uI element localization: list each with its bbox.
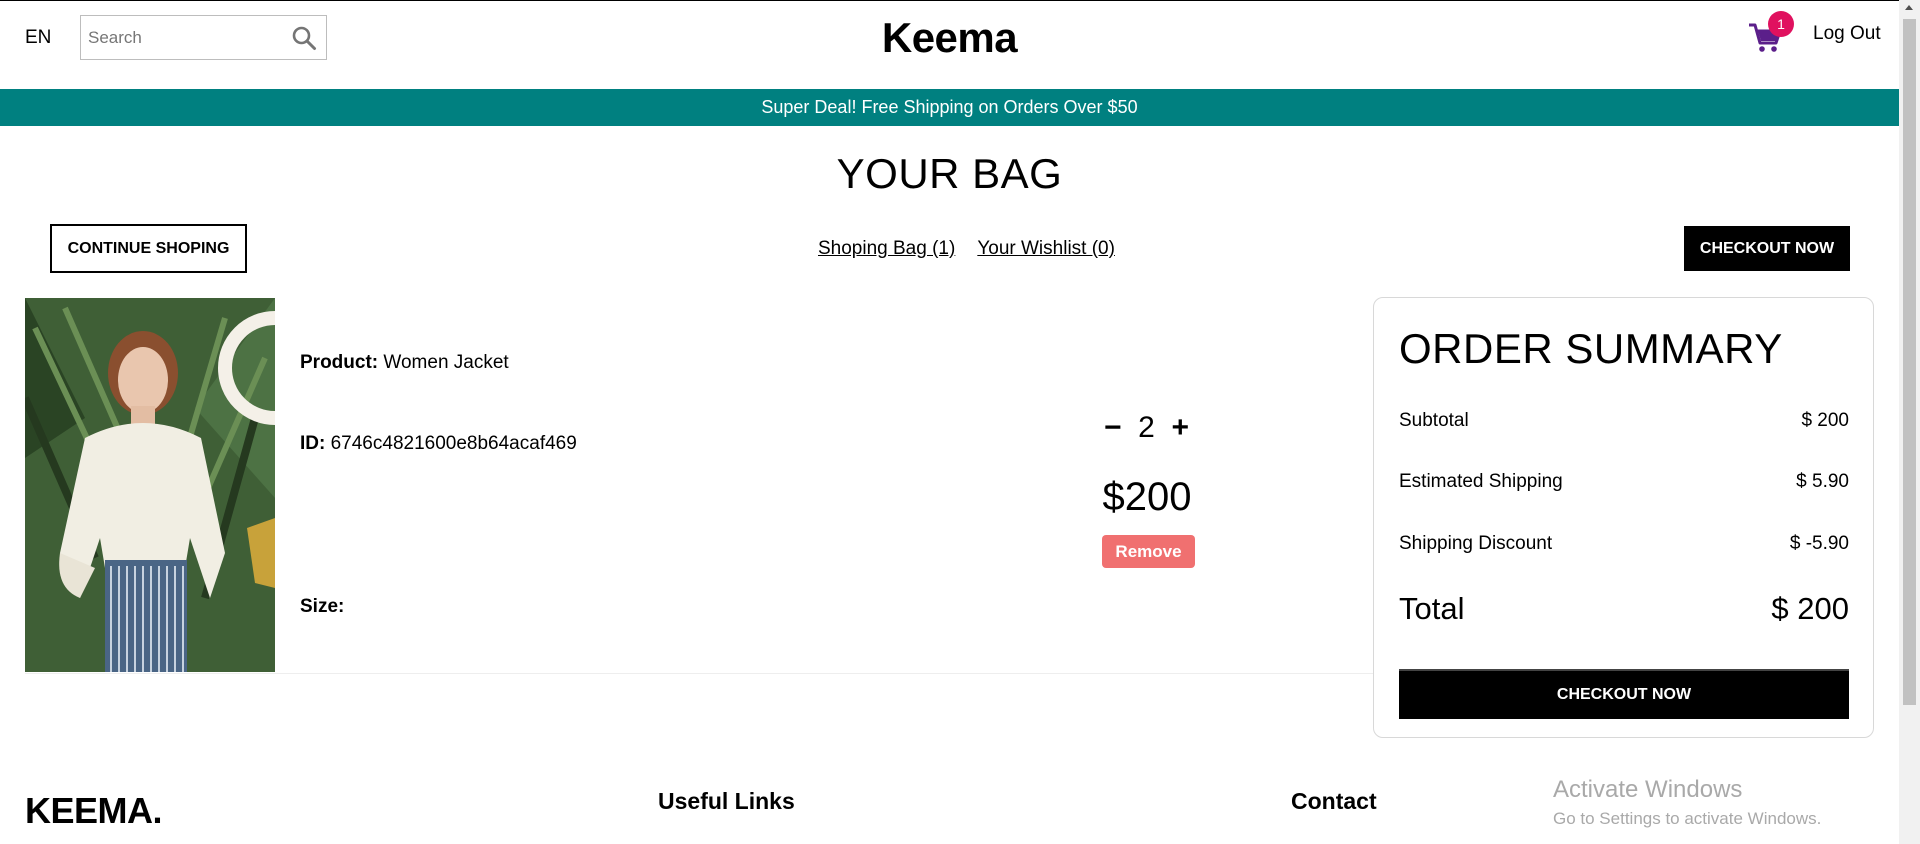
cart-count-badge: 1 <box>1768 11 1794 37</box>
navbar: EN Keema 1 Log Out <box>0 0 1899 89</box>
bag-links: Shoping Bag (1) Your Wishlist (0) <box>818 238 1115 260</box>
remove-item-button[interactable]: Remove <box>1102 535 1195 568</box>
decrease-quantity-button[interactable]: − <box>1104 411 1122 445</box>
scrollbar-thumb[interactable] <box>1903 19 1916 705</box>
checkout-now-button-top[interactable]: CHECKOUT NOW <box>1684 226 1850 271</box>
product-id-value: 6746c4821600e8b64acaf469 <box>330 433 577 454</box>
checkout-now-button-summary[interactable]: CHECKOUT NOW <box>1399 669 1849 719</box>
shopping-bag-link[interactable]: Shoping Bag (1) <box>818 238 955 259</box>
total-row: Total $ 200 <box>1399 591 1849 627</box>
order-summary: ORDER SUMMARY Subtotal $ 200 Estimated S… <box>1373 297 1874 738</box>
product-name-label: Product: <box>300 352 379 373</box>
discount-row: Shipping Discount $ -5.90 <box>1399 533 1849 555</box>
subtotal-value: $ 200 <box>1801 410 1849 431</box>
shipping-row: Estimated Shipping $ 5.90 <box>1399 471 1849 493</box>
continue-shopping-button[interactable]: CONTINUE SHOPING <box>50 224 247 273</box>
product-name-value: Women Jacket <box>383 352 509 373</box>
windows-activation-subtitle: Go to Settings to activate Windows. <box>1553 809 1822 828</box>
product-image[interactable] <box>25 298 275 672</box>
subtotal-row: Subtotal $ 200 <box>1399 410 1849 432</box>
product-size-label: Size: <box>300 596 345 617</box>
product-id-label: ID: <box>300 433 326 454</box>
shipping-label: Estimated Shipping <box>1399 471 1563 492</box>
product-size: Size: <box>300 596 344 618</box>
announcement-bar: Super Deal! Free Shipping on Orders Over… <box>0 89 1899 126</box>
scroll-up-arrow-icon[interactable] <box>1905 5 1913 10</box>
discount-label: Shipping Discount <box>1399 533 1553 554</box>
subtotal-label: Subtotal <box>1399 410 1469 431</box>
quantity-stepper: − 2 + <box>1104 408 1189 448</box>
summary-title: ORDER SUMMARY <box>1399 325 1783 372</box>
useful-links-heading: Useful Links <box>658 788 795 814</box>
footer-logo: KEEMA. <box>25 790 163 831</box>
quantity-value: 2 <box>1138 411 1155 444</box>
contact-heading: Contact <box>1291 788 1377 814</box>
total-value: $ 200 <box>1771 591 1849 626</box>
total-label: Total <box>1399 591 1465 626</box>
logout-link[interactable]: Log Out <box>1813 23 1881 45</box>
divider <box>25 673 1373 674</box>
page-title: YOUR BAG <box>836 150 1063 197</box>
discount-value: $ -5.90 <box>1789 533 1849 554</box>
wishlist-link[interactable]: Your Wishlist (0) <box>977 238 1115 259</box>
product-name: Product: Women Jacket <box>300 352 509 374</box>
product-id: ID: 6746c4821600e8b64acaf469 <box>300 433 577 455</box>
windows-activation-title: Activate Windows <box>1553 776 1743 803</box>
shipping-value: $ 5.90 <box>1796 471 1849 492</box>
increase-quantity-button[interactable]: + <box>1171 411 1189 445</box>
site-logo[interactable]: Keema <box>0 14 1899 62</box>
product-price: $200 <box>1102 475 1192 519</box>
